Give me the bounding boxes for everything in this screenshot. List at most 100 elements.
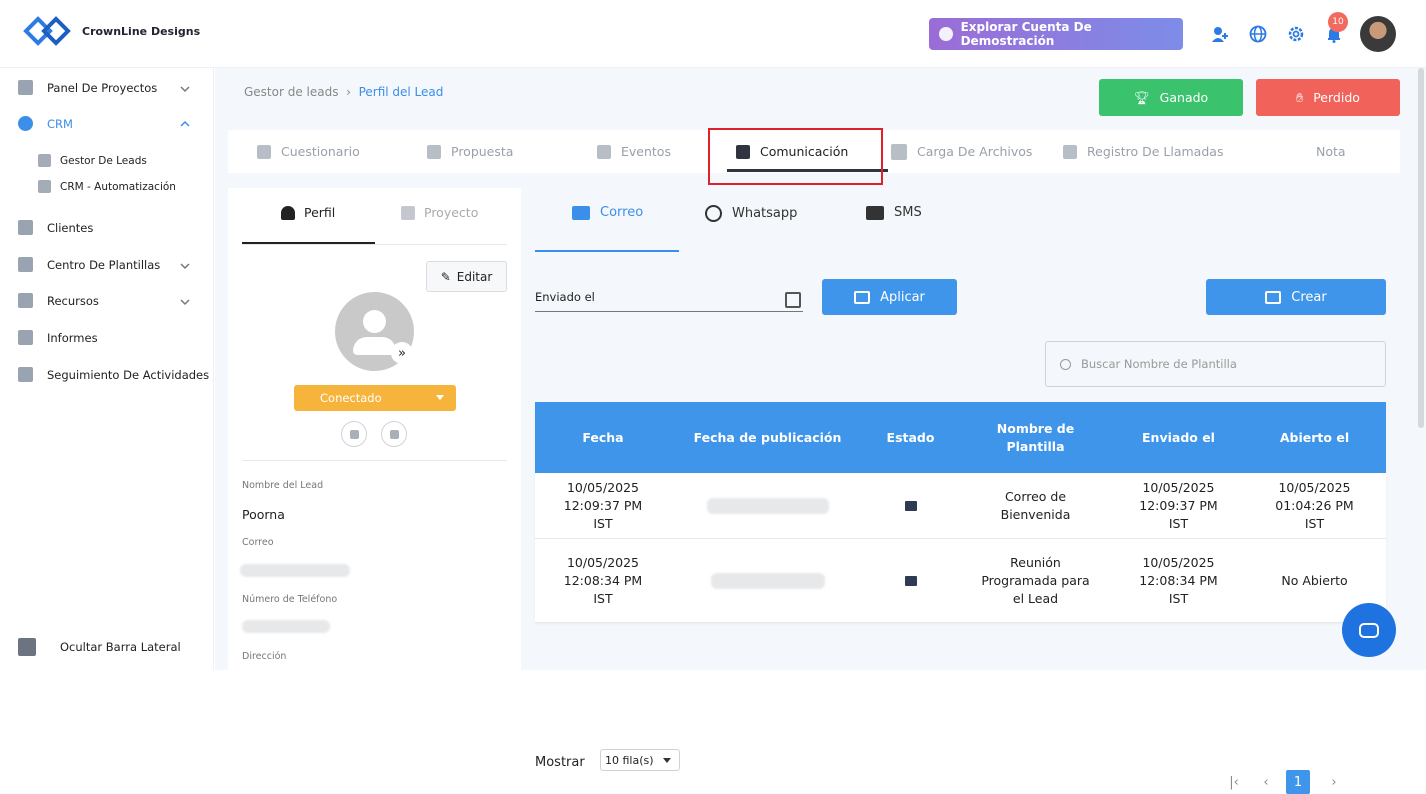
calendar-icon [597, 144, 611, 159]
sidebar-item-label: Seguimiento De Actividades [47, 367, 210, 382]
project-icon [401, 205, 415, 220]
person-icon [281, 205, 295, 220]
crm-icon [18, 116, 33, 131]
breadcrumb-parent[interactable]: Gestor de leads [244, 85, 338, 99]
tab-project[interactable]: Proyecto [401, 205, 478, 220]
scrollbar[interactable] [1418, 68, 1424, 428]
col-enviado-el[interactable]: Enviado el [1114, 429, 1243, 447]
create-button[interactable]: Crear [1206, 279, 1386, 315]
trash-icon[interactable] [381, 421, 407, 447]
col-estado[interactable]: Estado [864, 429, 957, 447]
chevron-down-icon[interactable] [180, 297, 190, 307]
caret-down-icon [436, 395, 444, 400]
sidebar-item-reports[interactable]: Informes [18, 330, 98, 345]
tab-sms[interactable]: SMS [866, 205, 922, 220]
sidebar-item-project-panel[interactable]: Panel De Proyectos [18, 80, 157, 95]
sidebar-item-crm-automation[interactable]: CRM - Automatización [38, 180, 176, 193]
thumbs-down-icon: ✋︎ [1296, 89, 1304, 105]
mail-plus-icon [1265, 290, 1282, 304]
sent-date-field[interactable]: Enviado el [535, 290, 803, 312]
tab-profile[interactable]: Perfil [281, 205, 335, 220]
opened-envelope-icon [864, 500, 957, 511]
gear-icon[interactable] [1284, 22, 1308, 46]
tab-questionnaire[interactable]: Cuestionario [257, 130, 360, 173]
tab-call-log[interactable]: Registro De Llamadas [1063, 130, 1223, 173]
chevron-up-icon[interactable] [180, 119, 190, 129]
lead-name-label: Nombre del Lead [242, 480, 324, 491]
tab-note[interactable]: Nota [1316, 130, 1346, 173]
apply-button[interactable]: Aplicar [822, 279, 957, 315]
tab-email[interactable]: Correo [572, 205, 643, 220]
col-nombre-plantilla[interactable]: Nombre de Plantilla [957, 420, 1114, 456]
chevron-down-icon[interactable] [180, 84, 190, 94]
template-search-input[interactable]: Buscar Nombre de Plantilla [1045, 341, 1386, 387]
sidebar-item-resources[interactable]: Recursos [18, 293, 99, 308]
won-button[interactable]: 🏆︎ Ganado [1099, 79, 1243, 116]
col-fecha[interactable]: Fecha [535, 429, 671, 447]
tab-events[interactable]: Eventos [597, 130, 671, 173]
email-value-redacted [240, 564, 350, 577]
lead-name-value: Poorna [242, 507, 285, 522]
tab-label: Nota [1316, 144, 1346, 159]
globe-icon[interactable] [1246, 22, 1270, 46]
trophy-icon: 🏆︎ [1133, 89, 1150, 105]
sidebar-item-template-center[interactable]: Centro De Plantillas [18, 257, 160, 272]
communication-panel: Correo Whatsapp SMS Enviado el Aplicar C… [535, 188, 1401, 794]
brand-logo[interactable]: CrownLine Designs [22, 10, 200, 52]
leads-icon [38, 154, 51, 167]
calendar-icon[interactable] [785, 292, 801, 308]
profile-tabs-divider [242, 244, 507, 245]
pencil-icon: ✎ [440, 269, 451, 284]
tab-whatsapp[interactable]: Whatsapp [705, 205, 797, 222]
sidebar-item-activity-tracking[interactable]: Seguimiento De Actividades [18, 367, 209, 382]
chat-icon [1359, 622, 1379, 638]
sidebar-item-label: Recursos [47, 293, 99, 308]
lost-button[interactable]: ✋︎ Perdido [1256, 79, 1400, 116]
cell-publicacion [671, 497, 864, 514]
email-label: Correo [242, 537, 274, 548]
prev-page-icon[interactable]: ‹ [1254, 770, 1278, 794]
table-row[interactable]: 10/05/2025 12:09:37 PM IST Correo de Bie… [535, 473, 1386, 539]
whatsapp-icon [705, 205, 722, 222]
cell-abierto: No Abierto [1281, 572, 1348, 588]
table-row[interactable]: 10/05/2025 12:08:34 PM IST Reunión Progr… [535, 539, 1386, 623]
sidebar-item-crm[interactable]: CRM [18, 116, 73, 131]
rows-per-page-select[interactable]: 10 fila(s) [600, 749, 680, 771]
double-chevron-right-icon[interactable]: » [391, 342, 413, 364]
edit-button[interactable]: ✎ Editar [426, 261, 507, 292]
chevron-down-icon[interactable] [180, 261, 190, 271]
first-page-icon[interactable]: |‹ [1222, 770, 1246, 794]
reports-icon [18, 330, 33, 345]
explore-demo-button[interactable]: Explorar Cuenta De Demostración [929, 18, 1183, 50]
tab-label: SMS [894, 205, 922, 220]
sidebar-item-clients[interactable]: Clientes [18, 220, 93, 235]
tab-file-upload[interactable]: Carga De Archivos [891, 130, 1032, 173]
status-dropdown[interactable]: Conectado [294, 385, 456, 411]
apply-label: Aplicar [880, 289, 925, 305]
pagination: Mostrar 10 fila(s) [535, 749, 680, 771]
profile-avatar[interactable]: » [335, 292, 414, 371]
add-user-icon[interactable] [1208, 22, 1232, 46]
breadcrumb-current: Perfil del Lead [358, 85, 444, 99]
bell-off-icon[interactable] [341, 421, 367, 447]
tab-proposal[interactable]: Propuesta [427, 130, 513, 173]
page-button[interactable]: 1 [1286, 770, 1310, 794]
col-fecha-publicacion[interactable]: Fecha de publicación [671, 429, 864, 447]
sidebar-item-lead-manager[interactable]: Gestor De Leads [38, 154, 147, 167]
brand-name: CrownLine Designs [82, 24, 201, 38]
phone-icon [1063, 144, 1077, 159]
hide-sidebar-label: Ocultar Barra Lateral [60, 640, 181, 654]
hide-sidebar-button[interactable]: Ocultar Barra Lateral [18, 638, 181, 656]
avatar[interactable] [1360, 16, 1396, 52]
col-abierto-el[interactable]: Abierto el [1243, 429, 1386, 447]
plus-square-icon [891, 143, 907, 160]
chat-widget-button[interactable] [1342, 603, 1396, 657]
next-page-icon[interactable]: › [1322, 770, 1346, 794]
cell-plantilla: Reunión Programada para el Lead [981, 554, 1090, 606]
sms-icon [866, 205, 884, 220]
phone-label: Número de Teléfono [242, 594, 338, 605]
templates-icon [18, 257, 33, 272]
search-placeholder: Buscar Nombre de Plantilla [1081, 357, 1237, 371]
clipboard-icon [257, 144, 271, 159]
main-content: Gestor de leads › Perfil del Lead 🏆︎ Gan… [215, 68, 1426, 794]
